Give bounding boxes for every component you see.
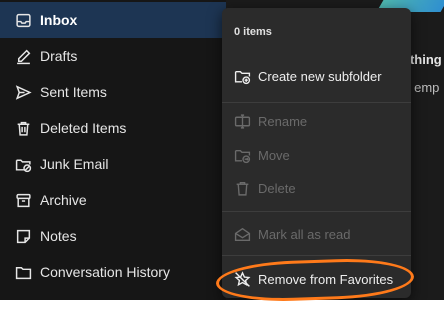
trash-icon <box>14 119 32 137</box>
folder-pane: Inbox Drafts Sent Items Deleted Items Ju… <box>0 0 226 300</box>
folder-junk-email[interactable]: Junk Email <box>0 146 226 182</box>
folder-drafts[interactable]: Drafts <box>0 38 226 74</box>
folder-inbox[interactable]: Inbox <box>0 2 226 38</box>
menu-item-move[interactable]: Move <box>222 140 411 170</box>
star-remove-icon <box>232 269 252 289</box>
menu-item-label: Delete <box>258 180 296 196</box>
folder-icon <box>14 263 32 281</box>
menu-item-remove-from-favorites[interactable]: Remove from Favorites <box>222 264 411 294</box>
menu-item-delete[interactable]: Delete <box>222 173 411 203</box>
menu-item-label: Mark all as read <box>258 226 351 242</box>
folder-notes[interactable]: Notes <box>0 218 226 254</box>
folder-label: Notes <box>40 228 77 244</box>
archive-icon <box>14 191 32 209</box>
folder-label: Conversation History <box>40 264 170 280</box>
menu-item-mark-all-read[interactable]: Mark all as read <box>222 219 411 249</box>
inbox-icon <box>14 11 32 29</box>
folder-sent-items[interactable]: Sent Items <box>0 74 226 110</box>
menu-separator <box>222 255 411 256</box>
menu-item-label: Move <box>258 147 290 163</box>
new-folder-icon <box>232 66 252 86</box>
folder-conversation-history[interactable]: Conversation History <box>0 254 226 290</box>
folder-label: Sent Items <box>40 84 107 100</box>
folder-label: Drafts <box>40 48 78 64</box>
folder-label: Deleted Items <box>40 120 127 136</box>
menu-separator <box>222 211 411 212</box>
pencil-icon <box>14 47 32 65</box>
folder-deleted-items[interactable]: Deleted Items <box>0 110 226 146</box>
rename-icon <box>232 111 252 131</box>
menu-item-label: Rename <box>258 113 308 129</box>
menu-item-rename[interactable]: Rename <box>222 106 411 136</box>
folder-label: Junk Email <box>40 156 109 172</box>
folder-archive[interactable]: Archive <box>0 182 226 218</box>
menu-item-create-subfolder[interactable]: Create new subfolder <box>222 61 411 91</box>
junk-folder-icon <box>14 155 32 173</box>
folder-context-menu: 0 items Create new subfolder Rename Move <box>222 8 411 298</box>
move-folder-icon <box>232 145 252 165</box>
mail-app: Inbox Drafts Sent Items Deleted Items Ju… <box>0 0 444 300</box>
menu-item-label: Create new subfolder <box>258 68 382 84</box>
note-icon <box>14 227 32 245</box>
folder-label: Archive <box>40 192 87 208</box>
mark-read-icon <box>232 224 252 244</box>
folder-label: Inbox <box>40 12 78 28</box>
menu-item-count: 0 items <box>234 26 272 38</box>
menu-item-label: Remove from Favorites <box>258 271 394 287</box>
menu-separator <box>222 102 411 103</box>
trash-icon <box>232 178 252 198</box>
send-icon <box>14 83 32 101</box>
